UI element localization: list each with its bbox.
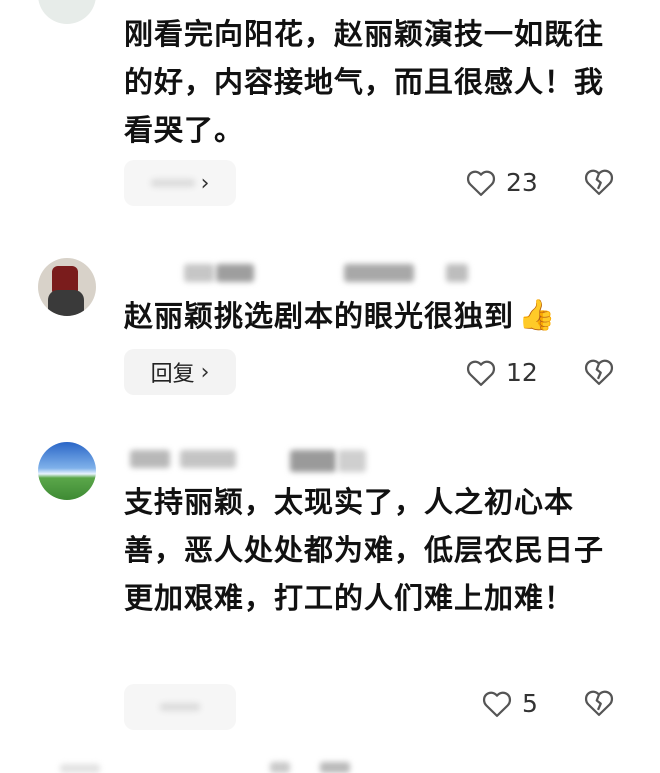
dislike-button[interactable] [584,168,614,196]
reply-button[interactable] [124,684,236,730]
avatar[interactable] [38,442,96,500]
like-count: 5 [522,689,538,718]
like-button[interactable]: 23 [466,168,538,197]
heart-outline-icon [466,360,496,386]
username-blurred [124,450,424,472]
broken-heart-icon [584,359,614,385]
dislike-button[interactable] [584,358,614,386]
reply-button[interactable]: 回复 › [124,349,236,395]
next-comment-blurred [60,760,360,773]
broken-heart-icon [584,690,614,716]
chevron-right-icon: › [200,170,210,196]
broken-heart-icon [584,169,614,195]
reply-label-blurred [160,703,200,711]
comment-text: 刚看完向阳花，赵丽颖演技一如既往的好，内容接地气，而且很感人！我看哭了。 [124,17,605,147]
heart-outline-icon [466,170,496,196]
reply-label: 回复 [150,362,195,387]
reply-label-blurred [150,179,195,187]
avatar[interactable] [38,258,96,316]
comment-text: 支持丽颖，太现实了，人之初心本善，恶人处处都为难，低层农民日子更加艰难，打工的人… [124,485,605,615]
chevron-right-icon: › [200,359,210,385]
dislike-button[interactable] [584,689,614,717]
like-count: 23 [506,168,538,197]
comment-text: 赵丽颖挑选剧本的眼光很独到 👍 [124,292,622,340]
heart-outline-icon [482,691,512,717]
thumbs-up-emoji: 👍 [518,298,557,333]
like-button[interactable]: 5 [482,689,538,718]
reply-button[interactable]: › [124,160,236,206]
username-blurred [124,264,484,284]
like-count: 12 [506,358,538,387]
like-button[interactable]: 12 [466,358,538,387]
avatar[interactable] [38,0,96,24]
